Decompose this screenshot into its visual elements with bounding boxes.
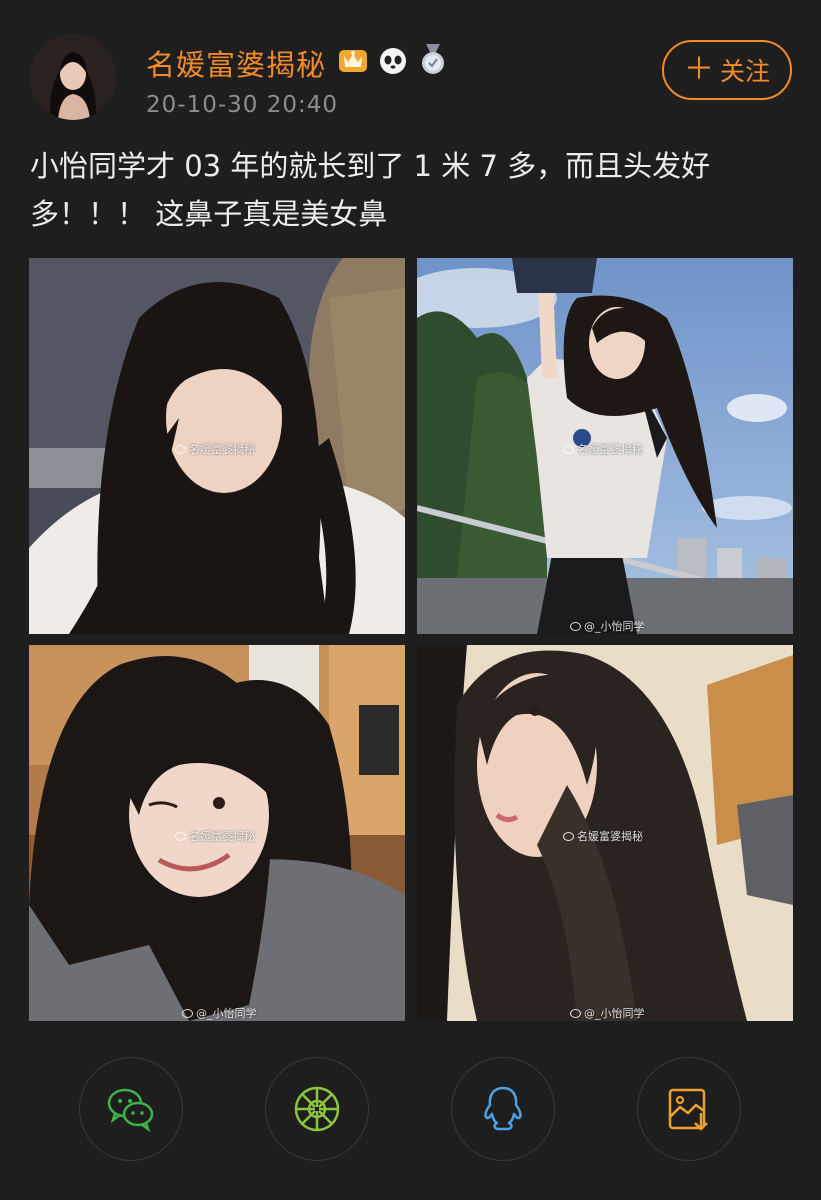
follow-button[interactable]: ＋ 关注 xyxy=(662,40,792,100)
photo-watermark-top: 名媛富婆揭秘 xyxy=(563,828,643,844)
crown-badge-icon xyxy=(339,50,367,72)
post-photo-1[interactable]: 名媛富婆揭秘 xyxy=(29,258,405,634)
medal-badge-icon xyxy=(422,44,444,74)
share-qq-button[interactable] xyxy=(451,1057,555,1161)
photo-watermark-top: 名媛富婆揭秘 xyxy=(175,828,255,844)
panda-badge-icon xyxy=(379,46,407,74)
save-image-icon xyxy=(668,1088,708,1131)
photo-watermark-top: 名媛富婆揭秘 xyxy=(563,441,643,457)
save-image-button[interactable] xyxy=(637,1057,741,1161)
share-moments-button[interactable] xyxy=(265,1057,369,1161)
post-text-line: 多！！！ 这鼻子真是美女鼻 xyxy=(30,197,388,231)
post-timestamp: 20-10-30 20:40 xyxy=(146,92,338,118)
post-photo-3[interactable]: 名媛富婆揭秘 @_小怡同学 xyxy=(29,645,405,1021)
weibo-post-page: 名媛富婆揭秘 20-10-30 20:40 ＋ 关注 小怡同学才 03 年的就长… xyxy=(0,0,821,1200)
post-text: 小怡同学才 03 年的就长到了 1 米 7 多，而且头发好 多！！！ 这鼻子真是… xyxy=(30,142,790,238)
wechat-icon xyxy=(107,1088,154,1133)
photo-watermark: @_小怡同学 xyxy=(570,618,645,634)
share-wechat-button[interactable] xyxy=(79,1057,183,1161)
post-photo-4[interactable]: 名媛富婆揭秘 @_小怡同学 xyxy=(417,645,793,1021)
post-photo-2[interactable]: 名媛富婆揭秘 @_小怡同学 xyxy=(417,258,793,634)
photo-watermark: 名媛富婆揭秘 xyxy=(175,441,255,457)
user-badges xyxy=(336,42,450,76)
plus-icon: ＋ xyxy=(683,52,714,87)
post-text-line: 小怡同学才 03 年的就长到了 1 米 7 多，而且头发好 xyxy=(30,149,711,183)
moments-icon xyxy=(294,1086,340,1132)
photo-watermark: @_小怡同学 xyxy=(570,1005,645,1021)
photo-watermark: @_小怡同学 xyxy=(182,1005,257,1021)
qq-icon xyxy=(484,1086,522,1131)
follow-label: 关注 xyxy=(719,57,770,86)
username[interactable]: 名媛富婆揭秘 xyxy=(146,42,326,84)
avatar[interactable] xyxy=(30,34,116,120)
